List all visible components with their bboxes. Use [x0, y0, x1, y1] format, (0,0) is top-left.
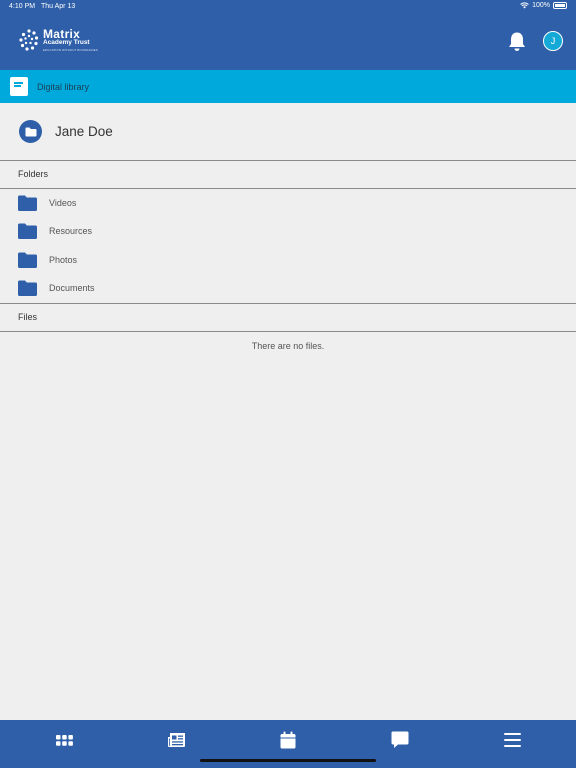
matrix-logo: Matrix Academy Trust EDUCATION WITHOUT B…: [18, 27, 98, 53]
folder-icon: [18, 252, 37, 268]
chat-icon: [391, 731, 409, 748]
divider: [0, 160, 576, 161]
digital-library-bar: Digital library: [0, 70, 576, 103]
user-folder-header: Jane Doe: [0, 103, 576, 160]
folder-icon: [18, 280, 37, 296]
user-name: Jane Doe: [55, 124, 113, 139]
calendar-icon: [280, 731, 296, 749]
folder-label: Documents: [49, 283, 95, 293]
folder-label: Resources: [49, 226, 93, 236]
book-icon: [10, 77, 28, 96]
divider: [0, 331, 576, 332]
folders-section-label: Folders: [18, 169, 49, 179]
divider: [0, 303, 576, 304]
grid-icon: [55, 734, 73, 746]
newspaper-icon: [167, 733, 185, 747]
tab-news[interactable]: [166, 730, 186, 750]
folder-row-videos[interactable]: Videos: [0, 189, 576, 217]
app-header: 4:10 PM Thu Apr 13 100% Matrix Academy T…: [0, 0, 576, 70]
library-title: Digital library: [37, 81, 90, 92]
tab-messages[interactable]: [390, 730, 410, 750]
logo-mark-icon: [19, 29, 39, 51]
menu-icon: [503, 733, 521, 747]
folder-row-documents[interactable]: Documents: [0, 274, 576, 302]
folder-row-photos[interactable]: Photos: [0, 246, 576, 274]
wifi-icon: [520, 2, 529, 9]
battery-percent: 100%: [532, 2, 550, 9]
empty-files-message: There are no files.: [251, 341, 325, 351]
tab-calendar[interactable]: [278, 730, 298, 750]
home-indicator[interactable]: [200, 759, 376, 762]
tab-home[interactable]: [54, 730, 74, 750]
folder-icon: [18, 223, 37, 239]
battery-icon: [553, 2, 567, 9]
folder-row-resources[interactable]: Resources: [0, 217, 576, 245]
status-indicators: 100%: [520, 2, 567, 9]
status-date: Thu Apr 13: [41, 3, 76, 10]
folder-icon: [19, 120, 42, 143]
folder-label: Photos: [49, 255, 78, 265]
avatar[interactable]: J: [543, 31, 563, 51]
status-time: 4:10 PM: [9, 3, 36, 10]
logo-subtitle: Academy Trust: [43, 39, 90, 47]
tab-menu[interactable]: [502, 730, 522, 750]
bell-icon[interactable]: [507, 31, 527, 52]
files-section-label: Files: [18, 312, 38, 322]
logo-tagline: EDUCATION WITHOUT BOUNDARIES: [43, 47, 98, 52]
folder-icon: [18, 195, 37, 211]
folder-label: Videos: [49, 198, 77, 208]
